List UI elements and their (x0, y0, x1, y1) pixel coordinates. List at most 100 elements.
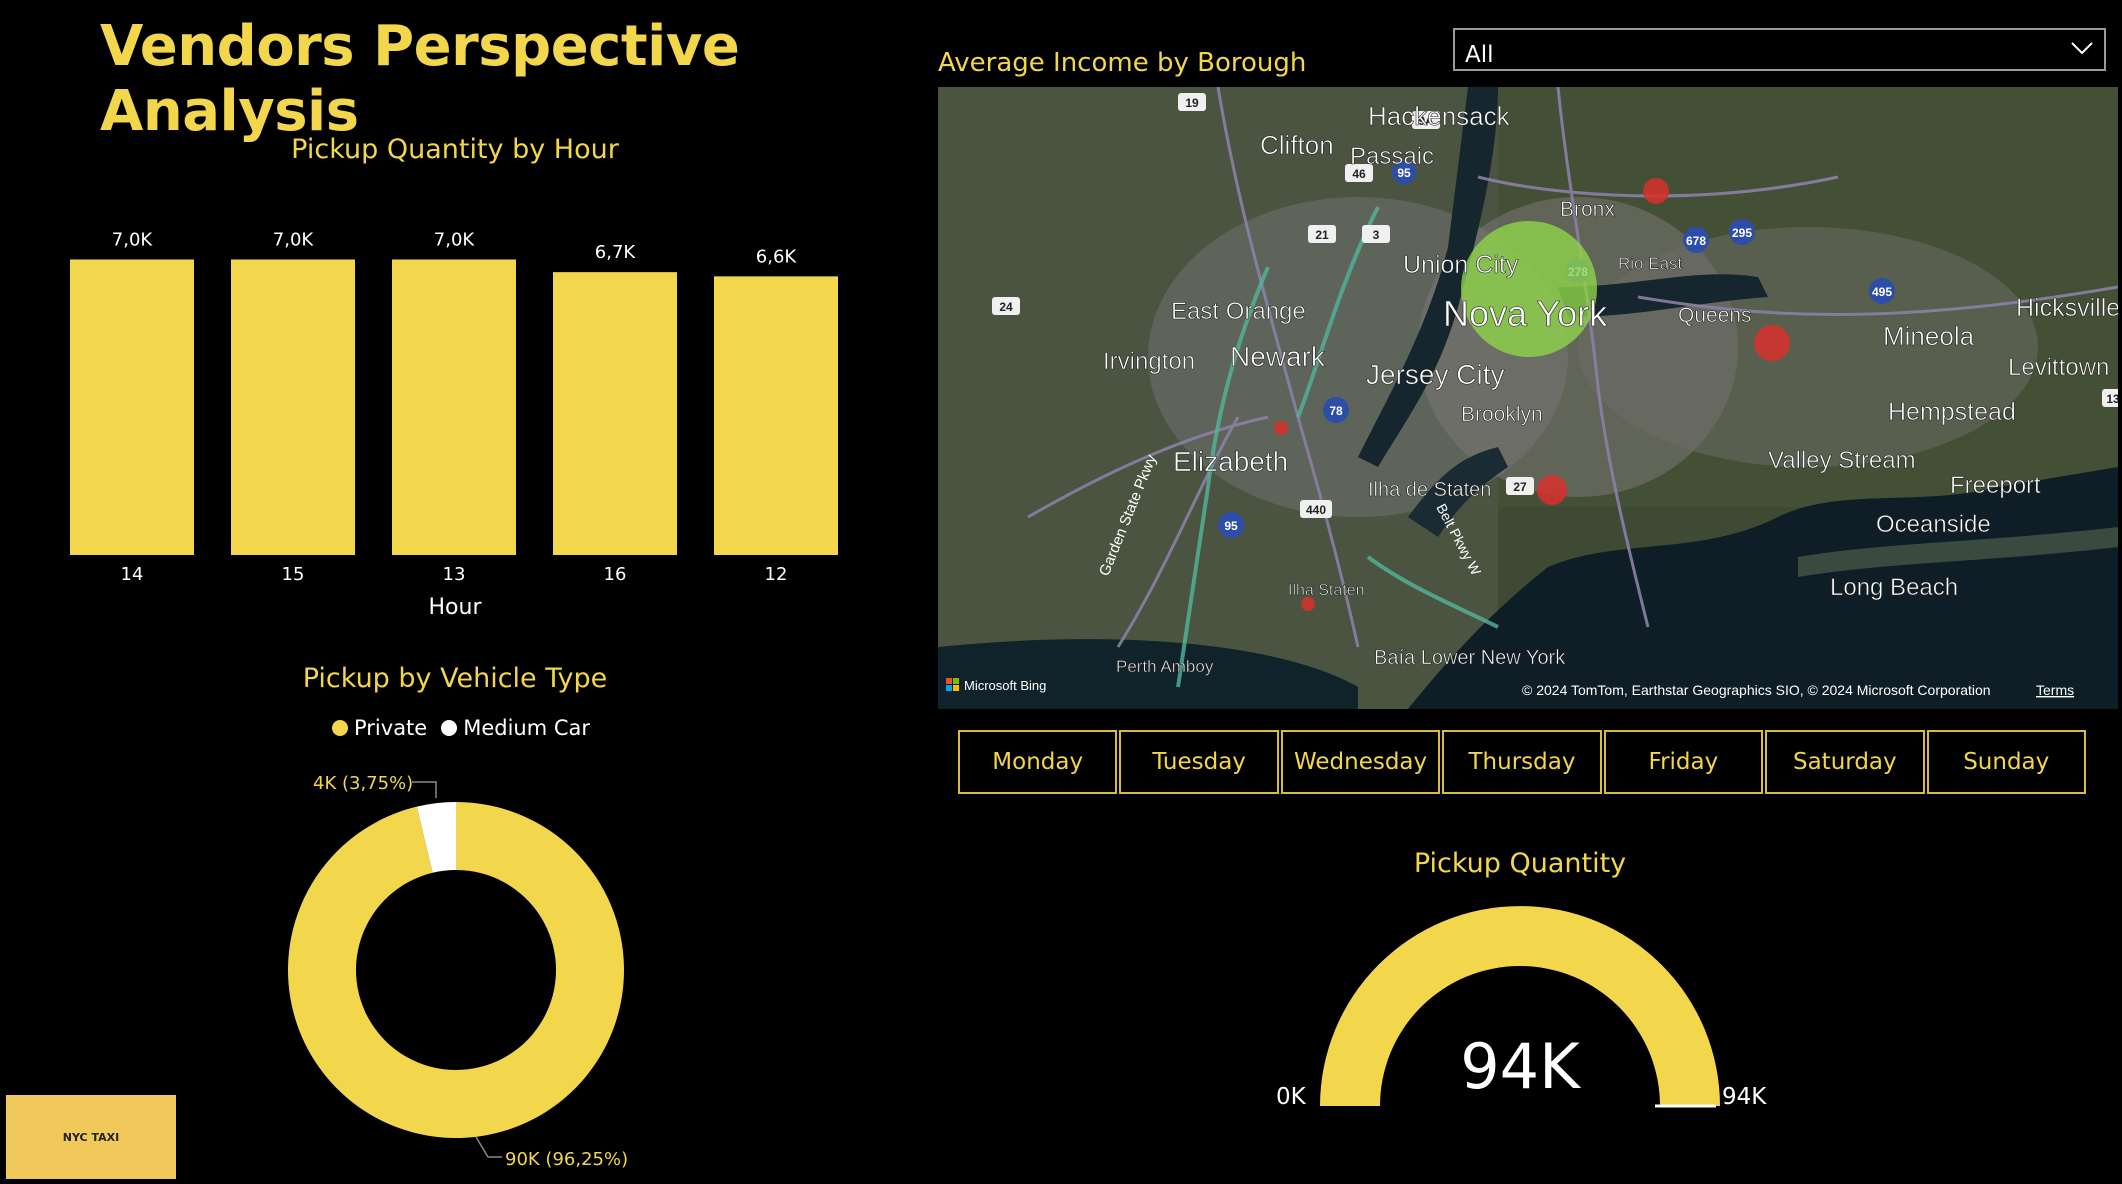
svg-text:Elizabeth: Elizabeth (1173, 446, 1288, 477)
nyc-taxi-logo: NYC TAXI (6, 1095, 176, 1179)
day-slicer[interactable]: Monday Tuesday Wednesday Thursday Friday… (958, 730, 2086, 794)
svg-text:Hicksville: Hicksville (2016, 294, 2118, 322)
bar-chart[interactable]: 7,0K 14 7,0K 15 7,0K 13 6,7K 16 6,6K 12 Hour (50, 180, 850, 630)
bubble-newark (1274, 421, 1288, 435)
day-button-friday[interactable]: Friday (1603, 730, 1764, 794)
x-tick-label: 12 (765, 564, 788, 585)
shield-78: 78 (1323, 397, 1349, 423)
shield-24: 24 (992, 297, 1020, 315)
day-button-saturday[interactable]: Saturday (1765, 730, 1925, 794)
svg-text:Irvington: Irvington (1103, 348, 1195, 375)
map-title: Average Income by Borough (938, 48, 1307, 78)
svg-text:Hempstead: Hempstead (1888, 398, 2016, 426)
svg-text:Ilha Staten: Ilha Staten (1288, 582, 1365, 599)
legend-medium-label: Medium Car (463, 716, 591, 740)
svg-text:Newark: Newark (1230, 341, 1326, 372)
legend-private-dot (332, 720, 348, 736)
bar-data-label: 6,6K (756, 246, 798, 267)
svg-text:East Orange: East Orange (1171, 298, 1306, 325)
svg-text:78: 78 (1329, 404, 1343, 418)
svg-text:Hackensack: Hackensack (1368, 101, 1511, 131)
filter-selected-value: All (1465, 42, 1494, 68)
chevron-down-icon (2071, 42, 2093, 55)
bar-data-label: 7,0K (112, 229, 154, 250)
shield-13: 13 (2102, 389, 2118, 407)
x-tick-label: 14 (121, 564, 144, 585)
shield-95b: 95 (1218, 512, 1244, 538)
bar-data-label: 7,0K (434, 229, 476, 250)
borough-filter-dropdown[interactable]: All (1453, 28, 2106, 71)
svg-text:Passaic: Passaic (1350, 143, 1434, 170)
bar-data-label: 6,7K (595, 242, 637, 263)
bar-data-label: 7,0K (273, 229, 315, 250)
shield-440: 440 (1300, 500, 1332, 518)
bubble-manhattan (1461, 221, 1597, 357)
svg-text:Baía Lower New York: Baía Lower New York (1374, 647, 1566, 669)
bubble-queens (1754, 325, 1790, 361)
bubble-bronx (1643, 178, 1669, 204)
shield-3: 3 (1362, 225, 1390, 243)
bar-13[interactable] (392, 259, 516, 555)
svg-text:Levittown: Levittown (2008, 354, 2109, 381)
shield-295: 295 (1729, 219, 1755, 245)
donut-legend: Private Medium Car (332, 716, 590, 740)
svg-text:Mineola: Mineola (1883, 321, 1975, 351)
x-tick-label: 15 (282, 564, 305, 585)
svg-text:Jersey City: Jersey City (1366, 359, 1504, 390)
svg-text:Queens: Queens (1678, 304, 1752, 327)
svg-text:27: 27 (1513, 480, 1527, 494)
svg-text:Perth Amboy: Perth Amboy (1116, 657, 1214, 676)
shield-678: 678 (1683, 227, 1709, 253)
logo-text: NYC TAXI (62, 1130, 120, 1144)
borough-map[interactable]: 19 9A 95 46 21 3 678 295 278 495 24 78 2… (938, 87, 2118, 709)
bar-15[interactable] (231, 259, 355, 555)
svg-text:24: 24 (999, 300, 1013, 314)
bar-16[interactable] (553, 272, 677, 555)
gauge-value: 94K (1460, 1030, 1580, 1103)
map-attribution: © 2024 TomTom, Earthstar Geographics SIO… (1522, 682, 1991, 698)
svg-text:Union City: Union City (1403, 251, 1519, 279)
page-title: Vendors Perspective Analysis (100, 14, 740, 144)
svg-text:13: 13 (2106, 392, 2118, 406)
svg-text:Rio East: Rio East (1618, 254, 1683, 273)
shield-21: 21 (1308, 225, 1336, 243)
bar-14[interactable] (70, 259, 194, 555)
svg-text:Bronx: Bronx (1560, 198, 1615, 221)
svg-text:Valley Stream: Valley Stream (1768, 447, 1916, 474)
svg-text:Long Beach: Long Beach (1830, 574, 1958, 601)
gauge-min-label: 0K (1276, 1084, 1306, 1110)
map-terms-link: Terms (2036, 682, 2074, 698)
svg-text:Microsoft Bing: Microsoft Bing (964, 678, 1046, 693)
svg-text:678: 678 (1686, 234, 1706, 248)
donut-label-medium: 4K (3,75%) (313, 773, 414, 794)
x-tick-label: 16 (604, 564, 627, 585)
svg-text:95: 95 (1224, 519, 1238, 533)
day-button-tuesday[interactable]: Tuesday (1119, 730, 1279, 794)
bar-12[interactable] (714, 276, 838, 555)
svg-text:21: 21 (1315, 228, 1329, 242)
shield-495: 495 (1869, 278, 1895, 304)
day-button-monday[interactable]: Monday (958, 730, 1118, 794)
day-button-thursday[interactable]: Thursday (1442, 730, 1602, 794)
shield-27: 27 (1506, 477, 1534, 495)
svg-text:Nova York: Nova York (1443, 293, 1608, 334)
donut-leader-large (475, 1136, 502, 1158)
bubble-brooklyn (1537, 475, 1567, 505)
svg-text:295: 295 (1732, 226, 1752, 240)
svg-text:Oceanside: Oceanside (1876, 511, 1991, 538)
donut-chart[interactable] (270, 760, 690, 1180)
donut-label-private: 90K (96,25%) (505, 1149, 629, 1170)
day-button-wednesday[interactable]: Wednesday (1280, 730, 1441, 794)
svg-text:Clifton: Clifton (1260, 130, 1334, 160)
gauge-max-label: 94K (1722, 1084, 1767, 1110)
day-button-sunday[interactable]: Sunday (1926, 730, 2086, 794)
legend-private-label: Private (354, 716, 428, 740)
svg-text:19: 19 (1185, 96, 1199, 110)
svg-text:3: 3 (1373, 228, 1380, 242)
x-axis-label: Hour (429, 595, 483, 620)
x-tick-label: 13 (443, 564, 466, 585)
bubble-staten (1301, 597, 1315, 611)
svg-text:Freeport: Freeport (1950, 472, 2041, 499)
svg-text:Ilha de Staten: Ilha de Staten (1368, 479, 1491, 501)
svg-text:440: 440 (1306, 503, 1326, 517)
